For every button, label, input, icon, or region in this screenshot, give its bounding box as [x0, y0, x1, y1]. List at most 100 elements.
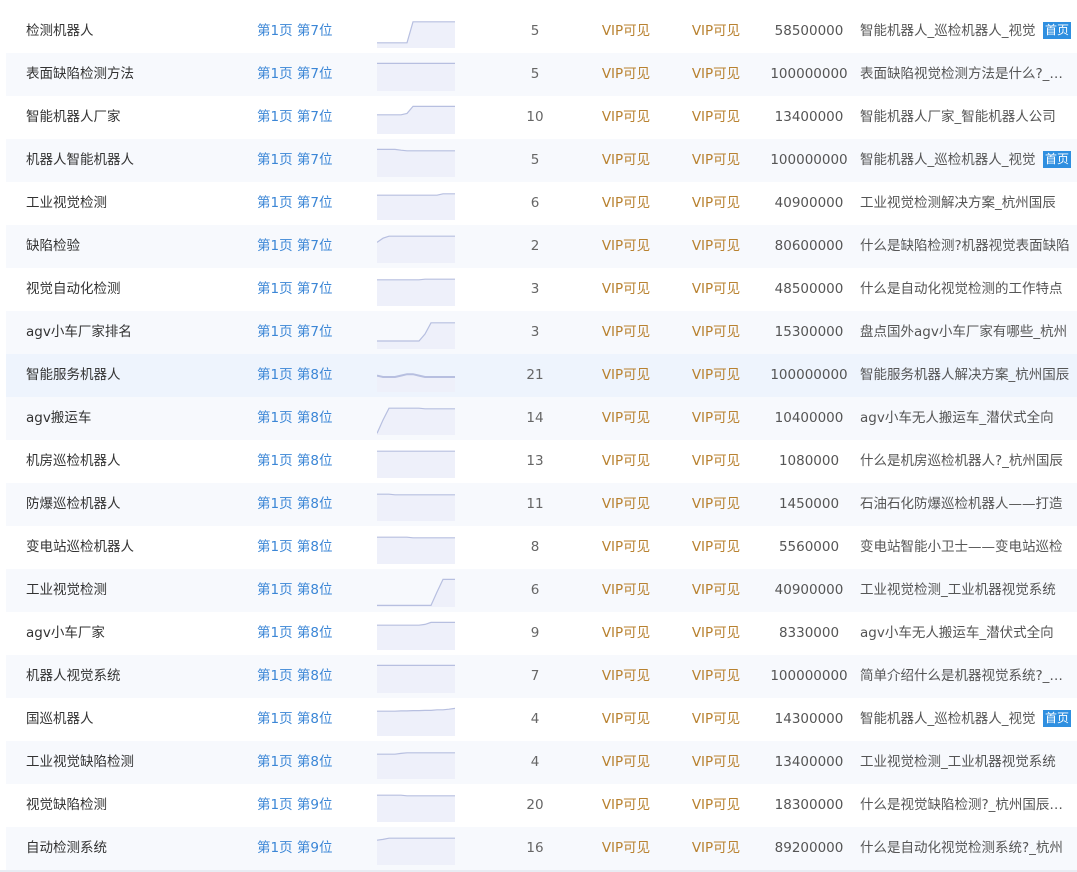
vip-link[interactable]: VIP可见 [671, 698, 761, 741]
vip-link[interactable]: VIP可见 [671, 784, 761, 827]
table-row[interactable]: 检测机器人 第1页 第7位 5 VIP可见 VIP可见 58500000 智能机… [6, 10, 1077, 53]
vip-link[interactable]: VIP可见 [581, 440, 671, 483]
page-title-link[interactable]: 什么是缺陷检测?机器视觉表面缺陷 [860, 225, 1070, 268]
vip-link[interactable]: VIP可见 [671, 741, 761, 784]
vip-link[interactable]: VIP可见 [671, 139, 761, 182]
table-row[interactable]: 国巡机器人 第1页 第8位 4 VIP可见 VIP可见 14300000 智能机… [6, 698, 1077, 741]
vip-link[interactable]: VIP可见 [671, 569, 761, 612]
page-title-text[interactable]: 智能机器人_巡检机器人_视觉 [860, 10, 1036, 53]
page-title-link[interactable]: 表面缺陷视觉检测方法是什么?_杭州 [860, 53, 1070, 96]
vip-link[interactable]: VIP可见 [671, 225, 761, 268]
vip-link[interactable]: VIP可见 [581, 698, 671, 741]
vip-link[interactable]: VIP可见 [671, 182, 761, 225]
page-title-text[interactable]: 石油石化防爆巡检机器人——打造 [860, 483, 1063, 526]
page-title-text[interactable]: 什么是机房巡检机器人?_杭州国辰 [860, 440, 1063, 483]
page-title-text[interactable]: 简单介绍什么是机器视觉系统?_杭州 [860, 655, 1070, 698]
page-title-text[interactable]: 表面缺陷视觉检测方法是什么?_杭州 [860, 53, 1070, 96]
page-title-link[interactable]: 变电站智能小卫士——变电站巡检 [860, 526, 1070, 569]
vip-link[interactable]: VIP可见 [671, 354, 761, 397]
vip-link[interactable]: VIP可见 [671, 96, 761, 139]
page-title-text[interactable]: 工业视觉检测_工业机器视觉系统 [860, 741, 1056, 784]
vip-link[interactable]: VIP可见 [671, 268, 761, 311]
rank-link[interactable]: 第1页 第7位 [257, 311, 367, 354]
page-title-text[interactable]: 什么是视觉缺陷检测?_杭州国辰机器人 [860, 784, 1070, 827]
table-row[interactable]: agv小车厂家排名 第1页 第7位 3 VIP可见 VIP可见 15300000… [6, 311, 1077, 354]
vip-link[interactable]: VIP可见 [671, 397, 761, 440]
rank-link[interactable]: 第1页 第7位 [257, 225, 367, 268]
rank-link[interactable]: 第1页 第7位 [257, 139, 367, 182]
vip-link[interactable]: VIP可见 [581, 397, 671, 440]
page-title-link[interactable]: agv小车无人搬运车_潜伏式全向 [860, 612, 1070, 655]
vip-link[interactable]: VIP可见 [671, 311, 761, 354]
vip-link[interactable]: VIP可见 [581, 268, 671, 311]
page-title-text[interactable]: 智能机器人_巡检机器人_视觉 [860, 139, 1036, 182]
page-title-link[interactable]: 盘点国外agv小车厂家有哪些_杭州 [860, 311, 1070, 354]
page-title-text[interactable]: 工业视觉检测解决方案_杭州国辰 [860, 182, 1056, 225]
vip-link[interactable]: VIP可见 [671, 827, 761, 870]
page-title-text[interactable]: 工业视觉检测_工业机器视觉系统 [860, 569, 1056, 612]
page-title-link[interactable]: 智能机器人_巡检机器人_视觉 [860, 10, 1070, 53]
page-title-text[interactable]: 智能机器人厂家_智能机器人公司 [860, 96, 1056, 139]
table-row[interactable]: 视觉缺陷检测 第1页 第9位 20 VIP可见 VIP可见 18300000 什… [6, 784, 1077, 827]
vip-link[interactable]: VIP可见 [581, 354, 671, 397]
rank-link[interactable]: 第1页 第9位 [257, 827, 367, 870]
page-title-text[interactable]: agv小车无人搬运车_潜伏式全向 [860, 397, 1054, 440]
rank-link[interactable]: 第1页 第8位 [257, 655, 367, 698]
table-row[interactable]: agv搬运车 第1页 第8位 14 VIP可见 VIP可见 10400000 a… [6, 397, 1077, 440]
vip-link[interactable]: VIP可见 [581, 225, 671, 268]
vip-link[interactable]: VIP可见 [581, 182, 671, 225]
vip-link[interactable]: VIP可见 [671, 526, 761, 569]
vip-link[interactable]: VIP可见 [581, 784, 671, 827]
table-row[interactable]: 智能服务机器人 第1页 第8位 21 VIP可见 VIP可见 100000000… [6, 354, 1077, 397]
rank-link[interactable]: 第1页 第7位 [257, 268, 367, 311]
rank-link[interactable]: 第1页 第8位 [257, 741, 367, 784]
rank-link[interactable]: 第1页 第8位 [257, 440, 367, 483]
page-title-text[interactable]: 智能服务机器人解决方案_杭州国辰 [860, 354, 1069, 397]
table-row[interactable]: 变电站巡检机器人 第1页 第8位 8 VIP可见 VIP可见 5560000 变… [6, 526, 1077, 569]
page-title-link[interactable]: 智能机器人厂家_智能机器人公司 [860, 96, 1070, 139]
rank-link[interactable]: 第1页 第8位 [257, 483, 367, 526]
page-title-link[interactable]: 智能机器人_巡检机器人_视觉 [860, 698, 1070, 741]
page-title-link[interactable]: 什么是自动化视觉检测的工作特点 [860, 268, 1070, 311]
rank-link[interactable]: 第1页 第8位 [257, 612, 367, 655]
table-row[interactable]: agv小车厂家 第1页 第8位 9 VIP可见 VIP可见 8330000 ag… [6, 612, 1077, 655]
rank-link[interactable]: 第1页 第9位 [257, 784, 367, 827]
page-title-text[interactable]: 什么是自动化视觉检测系统?_杭州 [860, 827, 1063, 870]
page-title-link[interactable]: agv小车无人搬运车_潜伏式全向 [860, 397, 1070, 440]
table-row[interactable]: 机器人视觉系统 第1页 第8位 7 VIP可见 VIP可见 100000000 … [6, 655, 1077, 698]
table-row[interactable]: 工业视觉检测 第1页 第8位 6 VIP可见 VIP可见 40900000 工业… [6, 569, 1077, 612]
vip-link[interactable]: VIP可见 [581, 612, 671, 655]
table-row[interactable]: 机器人智能机器人 第1页 第7位 5 VIP可见 VIP可见 100000000… [6, 139, 1077, 182]
page-title-link[interactable]: 智能服务机器人解决方案_杭州国辰 [860, 354, 1070, 397]
vip-link[interactable]: VIP可见 [581, 569, 671, 612]
page-title-link[interactable]: 什么是自动化视觉检测系统?_杭州 [860, 827, 1070, 870]
vip-link[interactable]: VIP可见 [581, 741, 671, 784]
table-row[interactable]: 机房巡检机器人 第1页 第8位 13 VIP可见 VIP可见 1080000 什… [6, 440, 1077, 483]
vip-link[interactable]: VIP可见 [581, 483, 671, 526]
table-row[interactable]: 防爆巡检机器人 第1页 第8位 11 VIP可见 VIP可见 1450000 石… [6, 483, 1077, 526]
rank-link[interactable]: 第1页 第8位 [257, 354, 367, 397]
vip-link[interactable]: VIP可见 [581, 827, 671, 870]
table-row[interactable]: 自动检测系统 第1页 第9位 16 VIP可见 VIP可见 89200000 什… [6, 827, 1077, 870]
table-row[interactable]: 工业视觉缺陷检测 第1页 第8位 4 VIP可见 VIP可见 13400000 … [6, 741, 1077, 784]
page-title-text[interactable]: 什么是自动化视觉检测的工作特点 [860, 268, 1063, 311]
page-title-text[interactable]: agv小车无人搬运车_潜伏式全向 [860, 612, 1054, 655]
vip-link[interactable]: VIP可见 [671, 483, 761, 526]
rank-link[interactable]: 第1页 第7位 [257, 53, 367, 96]
vip-link[interactable]: VIP可见 [581, 96, 671, 139]
vip-link[interactable]: VIP可见 [581, 10, 671, 53]
page-title-link[interactable]: 工业视觉检测_工业机器视觉系统 [860, 741, 1070, 784]
page-title-text[interactable]: 什么是缺陷检测?机器视觉表面缺陷 [860, 225, 1070, 268]
table-row[interactable]: 视觉自动化检测 第1页 第7位 3 VIP可见 VIP可见 48500000 什… [6, 268, 1077, 311]
rank-link[interactable]: 第1页 第8位 [257, 698, 367, 741]
rank-link[interactable]: 第1页 第7位 [257, 96, 367, 139]
page-title-text[interactable]: 智能机器人_巡检机器人_视觉 [860, 698, 1036, 741]
vip-link[interactable]: VIP可见 [581, 53, 671, 96]
vip-link[interactable]: VIP可见 [671, 612, 761, 655]
page-title-link[interactable]: 工业视觉检测解决方案_杭州国辰 [860, 182, 1070, 225]
rank-link[interactable]: 第1页 第8位 [257, 569, 367, 612]
page-title-text[interactable]: 盘点国外agv小车厂家有哪些_杭州 [860, 311, 1067, 354]
vip-link[interactable]: VIP可见 [581, 139, 671, 182]
vip-link[interactable]: VIP可见 [581, 526, 671, 569]
page-title-link[interactable]: 工业视觉检测_工业机器视觉系统 [860, 569, 1070, 612]
